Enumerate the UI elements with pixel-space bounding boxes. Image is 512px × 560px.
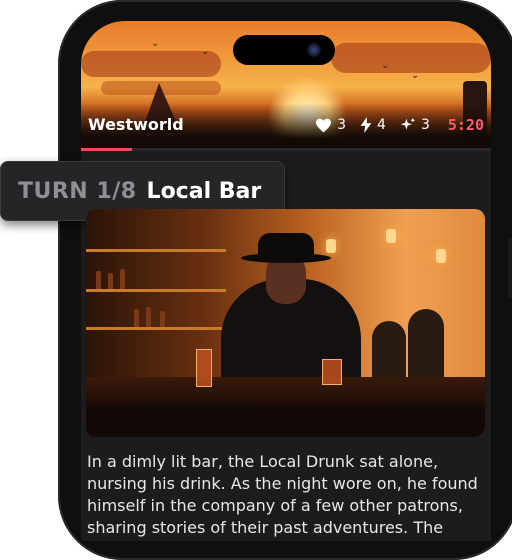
- whiskey-glass: [322, 359, 342, 385]
- world-name: Westworld: [88, 115, 184, 134]
- lamp: [326, 239, 336, 253]
- bird-icon: ⌄: [381, 60, 390, 71]
- hearts-stat: 3: [315, 113, 346, 137]
- bar-counter: [86, 377, 485, 407]
- bird-icon: ⌄: [151, 38, 160, 49]
- heart-icon: [316, 118, 332, 132]
- bottle: [160, 311, 165, 327]
- energy-count: 4: [377, 117, 386, 133]
- hearts-count: 3: [337, 117, 347, 133]
- patron: [408, 309, 444, 381]
- story-text: In a dimly lit bar, the Local Drunk sat …: [87, 452, 478, 537]
- bottle: [196, 349, 212, 387]
- energy-stat: 4: [360, 113, 386, 137]
- cowboy-hat-brim: [241, 253, 331, 263]
- bird-icon: ⌄: [411, 70, 420, 81]
- bottle: [146, 307, 151, 327]
- shelf: [86, 249, 226, 252]
- shelf: [86, 327, 226, 330]
- lightning-icon: [360, 117, 372, 133]
- hud-bar: Westworld 3 4 3 5:20: [81, 113, 491, 137]
- lamp: [436, 249, 446, 263]
- dynamic-island: [233, 35, 335, 65]
- shelf: [86, 289, 226, 292]
- cloud: [81, 51, 221, 77]
- sparkle-icon: [400, 117, 416, 130]
- bottle: [96, 271, 101, 289]
- timer: 5:20: [447, 116, 484, 134]
- header-banner: ⌄ ⌄ ⌄ ⌄ Westworld 3 4 3 5:20: [81, 21, 491, 148]
- location-title: Local Bar: [146, 178, 262, 204]
- stats-group: 3 4 3 5:20: [307, 113, 484, 137]
- bird-icon: ⌄: [201, 46, 210, 57]
- turn-progress-fill: [81, 148, 133, 151]
- cloud: [331, 43, 491, 73]
- side-button: [508, 238, 512, 298]
- camera-icon: [307, 43, 321, 57]
- bar-counter-front: [86, 407, 485, 437]
- lamp: [386, 229, 396, 243]
- bottle: [108, 273, 113, 289]
- scene-image: [86, 209, 485, 437]
- bottle: [120, 269, 125, 289]
- sparkles-stat: 3: [400, 113, 430, 137]
- turn-counter: TURN 1/8: [18, 178, 137, 204]
- turn-progress-bar: [81, 148, 491, 151]
- sparkles-count: 3: [420, 117, 430, 133]
- patron: [372, 321, 406, 381]
- bottle: [134, 309, 139, 327]
